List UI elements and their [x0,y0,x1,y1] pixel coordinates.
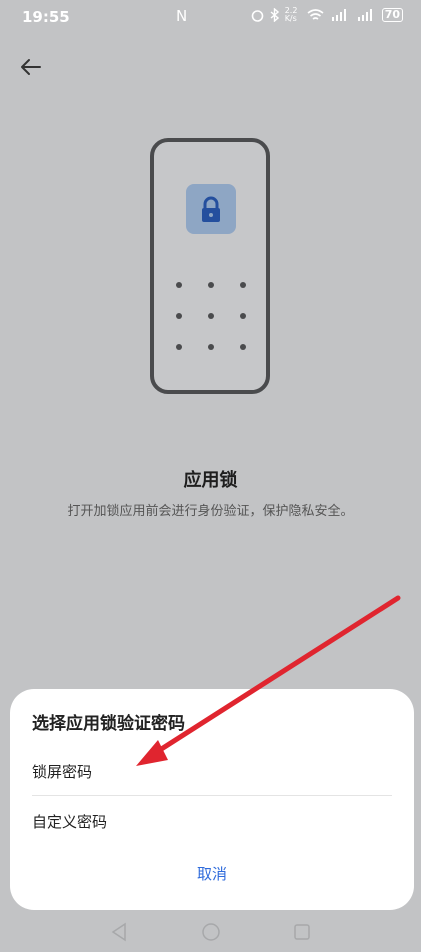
system-nav-bar [0,918,421,948]
cancel-button[interactable]: 取消 [10,863,414,884]
lock-tile [186,184,236,234]
battery-icon: 70 [381,8,403,22]
recents-nav-icon[interactable] [293,923,311,941]
pin-dot [176,344,182,350]
home-nav-icon[interactable] [201,922,221,942]
network-speed: 2.2 K/s [284,6,298,23]
pin-dot [208,282,214,288]
password-type-sheet: 选择应用锁验证密码 锁屏密码 自定义密码 取消 [10,689,414,910]
signal-icon [331,9,346,21]
pin-dot [240,344,246,350]
page-title: 应用锁 [183,470,238,491]
page-description: 打开加锁应用前会进行身份验证，保护隐私安全。 [67,504,354,519]
option-lockscreen-password[interactable]: 锁屏密码 [32,761,92,782]
pin-dot [176,313,182,319]
nfc-icon: N [176,7,188,25]
option-custom-password[interactable]: 自定义密码 [32,811,107,832]
pin-dot [208,344,214,350]
back-nav-icon[interactable] [110,922,128,942]
pin-dot [208,313,214,319]
alarm-icon [251,9,263,22]
status-time: 19:55 [22,8,70,26]
lock-icon [202,196,220,222]
pin-dot [176,282,182,288]
signal-icon-2 [357,9,372,21]
bluetooth-icon [270,8,279,22]
phone-illustration [150,138,270,394]
sheet-title: 选择应用锁验证密码 [32,714,185,734]
pin-dots [172,280,252,350]
divider [32,795,392,796]
arrow-left-icon [21,59,41,75]
wifi-icon [307,8,324,20]
back-button[interactable] [16,52,46,82]
status-bar: 19:55 N 2.2 K/s 70 [0,0,421,34]
status-icons: 2.2 K/s 70 [251,7,403,23]
pin-dot [240,282,246,288]
pin-dot [240,313,246,319]
